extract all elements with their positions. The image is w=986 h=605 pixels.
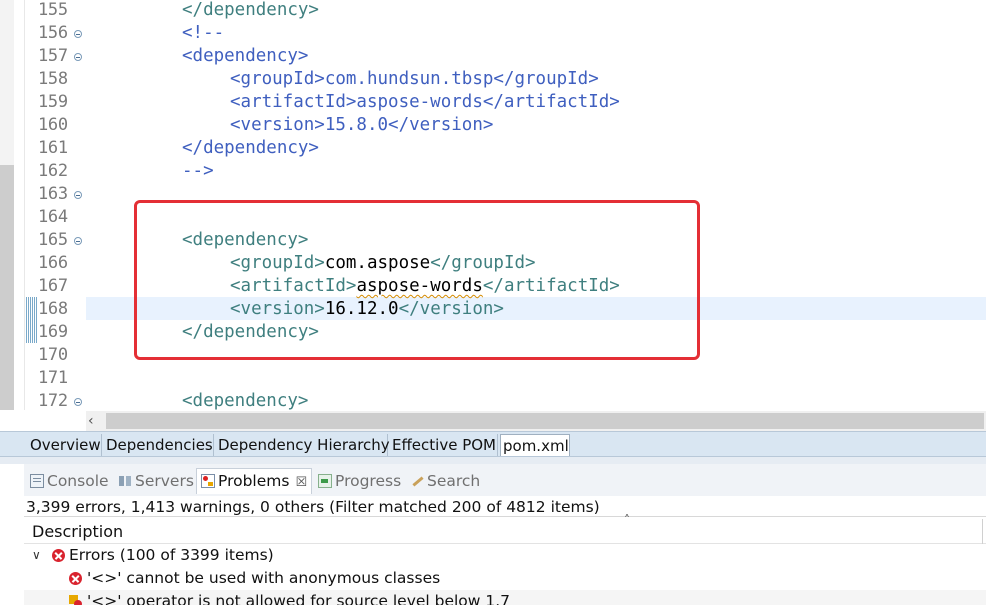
code-token: </dependency> [182,138,319,158]
xml-editor[interactable]: 155 </dependency> 156 <!-- 157 <dependency> 15… [0,0,986,410]
error-icon [52,549,65,562]
line-number: 167 [38,276,68,296]
progress-icon [318,474,332,488]
tab-effective-pom[interactable]: Effective POM [390,434,498,456]
code-line[interactable]: 155 </dependency> [0,0,986,22]
line-number: 171 [38,368,68,388]
bottom-view-tabs: Console Servers Problems ☒ Progress Searc… [24,464,986,496]
code-content: <!-- [182,22,224,45]
code-line[interactable]: 172 <dependency> [0,390,986,410]
view-splitter[interactable] [0,457,986,464]
code-content: <version>15.8.0</version> [230,114,493,137]
errors-group-row[interactable]: ∨ Errors (100 of 3399 items) [24,544,986,567]
tab-servers[interactable]: Servers [118,470,194,492]
pom-editor-tabs: Overview Dependencies Dependency Hierarc… [0,431,986,457]
line-number: 163 [38,184,68,204]
tab-progress-label: Progress [335,472,402,490]
line-number: 166 [38,253,68,273]
line-number: 164 [38,207,68,227]
line-number: 170 [38,345,68,365]
code-token: --> [182,161,214,181]
chevron-down-icon[interactable]: ∨ [32,544,41,567]
code-content: <dependency> [182,390,308,410]
search-icon [410,474,424,488]
servers-icon [118,474,132,488]
code-content: <artifactId>aspose-words</artifactId> [230,91,620,114]
problems-icon [201,474,215,488]
line-number: 161 [38,138,68,158]
problem-row[interactable]: '<>' cannot be used with anonymous class… [24,567,986,590]
code-line[interactable]: 157 <dependency> [0,45,986,68]
line-number: 172 [38,391,68,410]
code-line[interactable]: 160 <version>15.8.0</version> [0,114,986,137]
editor-horizontal-scrollbar[interactable]: ‹ [86,411,986,431]
line-number: 155 [38,0,68,20]
horizontal-scrollbar-thumb[interactable] [106,413,984,429]
code-token: <groupId>com.hundsun.tbsp</groupId> [230,69,599,89]
line-number: 156 [38,23,68,43]
line-number: 160 [38,115,68,135]
code-line[interactable]: 159 <artifactId>aspose-words</artifactId> [0,91,986,114]
code-token: <version>15.8.0</version> [230,115,494,135]
problems-summary: 3,399 errors, 1,413 warnings, 0 others (… [26,498,600,516]
line-number: 157 [38,46,68,66]
tab-problems-label: Problems [218,472,290,490]
fold-toggle-icon[interactable] [74,237,82,245]
line-number: 168 [38,299,68,319]
tab-overview[interactable]: Overview [28,434,102,456]
line-number: 159 [38,92,68,112]
scroll-left-arrow-icon[interactable]: ‹ [88,411,94,431]
error-warning-icon [69,595,82,605]
line-number: 165 [38,230,68,250]
errors-group-label: Errors (100 of 3399 items) [69,546,274,564]
tab-dependencies[interactable]: Dependencies [104,434,214,456]
tab-dependency-hierarchy[interactable]: Dependency Hierarchy [216,434,390,456]
code-line[interactable]: 162 --> [0,160,986,183]
fold-toggle-icon[interactable] [74,191,82,199]
code-token: <dependency> [182,391,309,410]
annotation-highlight-box [134,200,700,360]
problem-description: '<>' cannot be used with anonymous class… [87,569,441,587]
code-content: </dependency> [182,0,319,22]
tab-console-label: Console [47,472,109,490]
problem-description: '<>' operator is not allowed for source … [87,592,511,605]
fold-toggle-icon[interactable] [74,30,82,38]
code-line[interactable]: 161 </dependency> [0,137,986,160]
code-content: </dependency> [182,137,319,160]
code-line[interactable]: 156 <!-- [0,22,986,45]
fold-toggle-icon[interactable] [74,398,82,406]
tab-servers-label: Servers [135,472,194,490]
tab-problems[interactable]: Problems ☒ [196,468,313,494]
console-icon [30,474,44,488]
tab-console[interactable]: Console [30,470,109,492]
line-number: 158 [38,69,68,89]
tab-search-label: Search [427,472,481,490]
tab-search[interactable]: Search [410,470,480,492]
problems-separator [24,516,986,517]
code-content: <dependency> [182,45,308,68]
code-content: <groupId>com.hundsun.tbsp</groupId> [230,68,599,91]
description-header-label: Description [32,522,124,541]
line-number: 169 [38,322,68,342]
code-token: <!-- [182,23,225,43]
tab-pom-xml[interactable]: pom.xml [500,434,570,456]
tab-progress[interactable]: Progress [318,470,401,492]
description-column-header[interactable]: Description [24,519,986,544]
close-problems-tab-icon[interactable]: ☒ [295,475,307,490]
code-token: <dependency> [182,46,309,66]
code-line[interactable]: 171 [0,367,986,390]
line-number: 162 [38,161,68,181]
error-icon [69,572,82,585]
code-line[interactable]: 158 <groupId>com.hundsun.tbsp</groupId> [0,68,986,91]
column-divider[interactable] [982,519,983,544]
code-token: <artifactId>aspose-words</artifactId> [230,92,620,112]
code-content: --> [182,160,214,183]
fold-toggle-icon[interactable] [74,53,82,61]
problem-row[interactable]: '<>' operator is not allowed for source … [24,590,986,605]
code-token: </dependency> [182,0,319,20]
